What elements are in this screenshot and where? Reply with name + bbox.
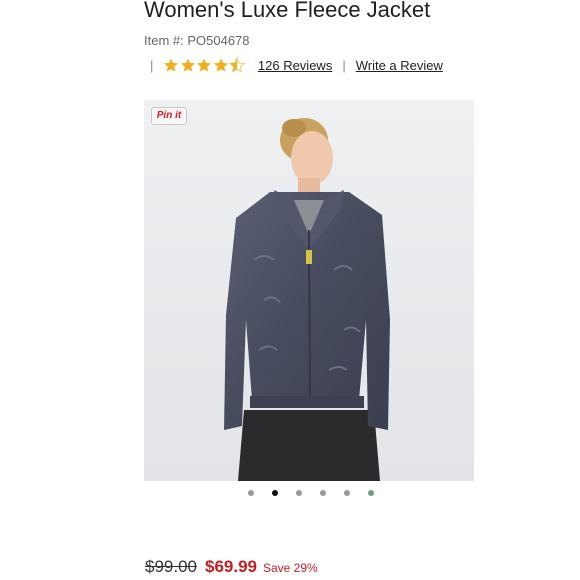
carousel-dot[interactable] <box>320 490 326 496</box>
carousel-indicators <box>248 490 392 496</box>
star-icon <box>164 58 179 72</box>
model-illustration <box>144 100 474 481</box>
pin-it-button[interactable]: Pin it <box>151 107 187 125</box>
star-icon <box>197 58 212 72</box>
product-title: Women's Luxe Fleece Jacket <box>144 0 431 22</box>
original-price: $99.00 <box>145 557 197 576</box>
product-page: Women's Luxe Fleece Jacket Item #: PO504… <box>0 0 580 580</box>
separator: | <box>150 57 154 73</box>
star-rating <box>163 57 246 73</box>
savings-badge: Save 29% <box>263 561 318 575</box>
carousel-dot[interactable] <box>344 490 350 496</box>
carousel-dot[interactable] <box>368 490 374 496</box>
item-number: Item #: PO504678 <box>144 33 250 48</box>
half-star-icon <box>229 57 246 73</box>
write-review-link[interactable]: Write a Review <box>356 58 443 73</box>
carousel-dot[interactable] <box>248 490 254 496</box>
carousel-dot-active[interactable] <box>272 490 278 496</box>
rating-row: | 126 Reviews | Write a Review <box>150 56 443 74</box>
star-icon <box>180 58 195 72</box>
price-row: $99.00 $69.99 Save 29% <box>145 557 318 577</box>
carousel-dot[interactable] <box>296 490 302 496</box>
reviews-link[interactable]: 126 Reviews <box>258 58 332 73</box>
product-image[interactable]: Pin it <box>144 100 474 481</box>
separator: | <box>342 57 346 73</box>
sale-price: $69.99 <box>205 557 257 576</box>
star-icon <box>213 58 228 72</box>
